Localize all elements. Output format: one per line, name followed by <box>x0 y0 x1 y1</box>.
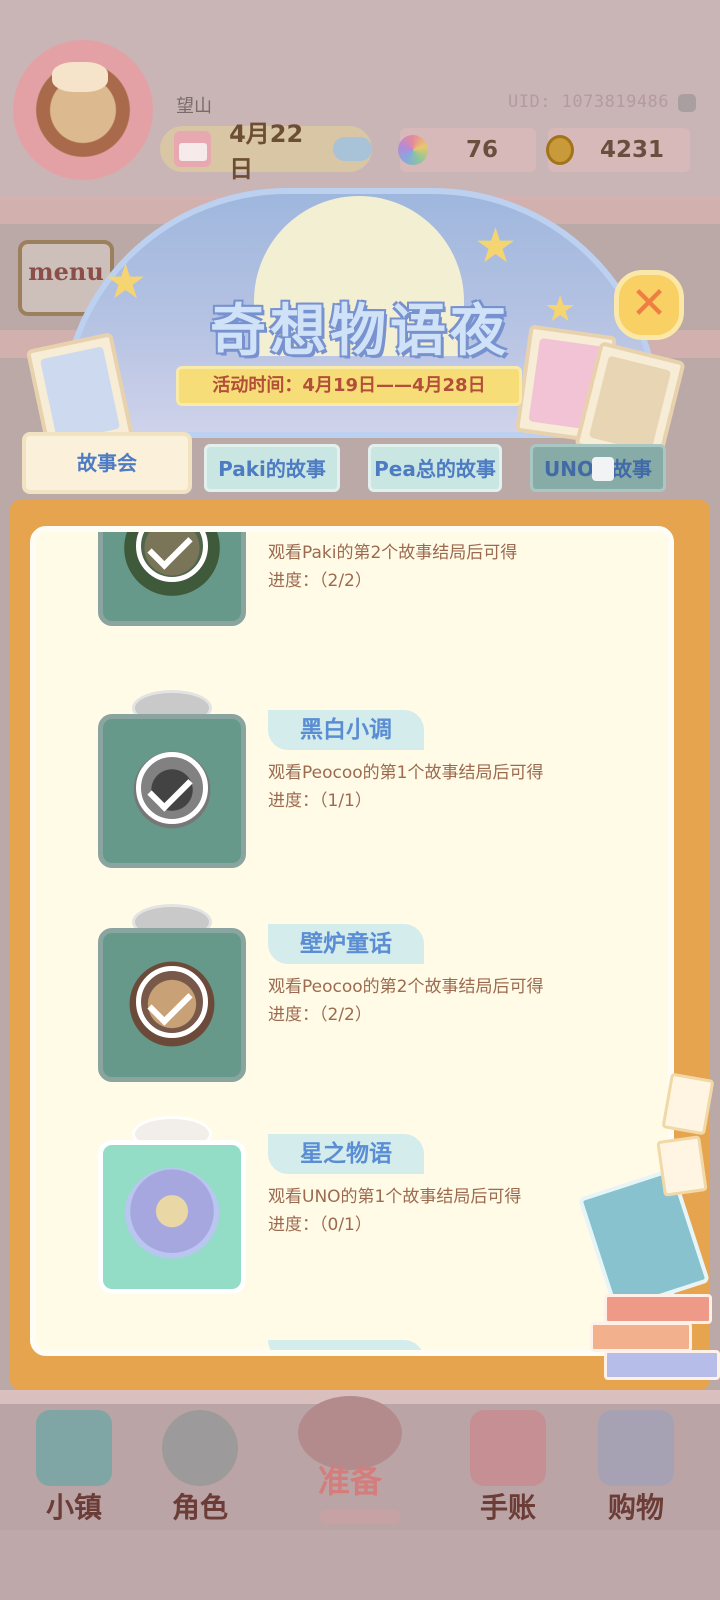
claimed-check-icon <box>136 752 208 824</box>
tab-story-meeting[interactable]: 故事会 <box>22 432 192 494</box>
reward-gift-box[interactable] <box>98 1116 246 1294</box>
reward-name: 黑白小调 <box>268 710 424 750</box>
reward-progress: 进度：（2/2） <box>268 571 372 591</box>
event-title: 奇想物语夜 <box>210 299 510 364</box>
tab-uno-story[interactable]: UNO 故事 <box>530 444 666 492</box>
reward-gift-box[interactable] <box>98 690 246 868</box>
reward-name-partial <box>268 1340 424 1350</box>
reward-condition: 观看Paki的第2个故事结局后可得 <box>268 543 518 563</box>
player-avatar[interactable] <box>8 22 158 182</box>
gem-count: 76 <box>465 137 498 163</box>
weather-cloud-icon <box>332 137 372 161</box>
bottom-navigation: 小镇 角色 准备 手账 购物 <box>0 1390 720 1600</box>
tab-pea-story[interactable]: Pea总的故事 <box>368 444 502 492</box>
coin-currency[interactable]: 4231 <box>546 128 690 172</box>
gem-currency[interactable]: 76 <box>398 128 536 172</box>
nav-shopping-label: 购物 <box>607 1491 664 1524</box>
nav-town-label: 小镇 <box>45 1491 102 1524</box>
star-icon: ★ <box>474 218 518 274</box>
date-display[interactable]: 4月22日 <box>160 120 372 183</box>
book-decoration <box>590 1322 692 1352</box>
books-decoration <box>577 1167 720 1390</box>
copy-uid-icon[interactable] <box>678 94 696 112</box>
book-decoration <box>604 1294 712 1324</box>
reward-condition: 观看Peocoo的第2个故事结局后可得 <box>268 977 544 997</box>
story-tabs: 故事会 Paki的故事 Pea总的故事 UNO 故事 <box>0 432 720 502</box>
reward-gift-box[interactable] <box>98 532 246 626</box>
reward-progress: 进度：（0/1） <box>268 1215 372 1235</box>
reward-name: 壁炉童话 <box>268 924 424 964</box>
list-item: 星之物语 观看UNO的第1个故事结局后可得 进度：（0/1） <box>36 1116 668 1344</box>
map-icon <box>36 1410 112 1486</box>
calendar-icon <box>174 131 212 167</box>
gem-icon <box>398 135 428 165</box>
reward-condition: 观看Peocoo的第1个故事结局后可得 <box>268 763 544 783</box>
tab-paki-story[interactable]: Paki的故事 <box>204 444 340 492</box>
reward-progress: 进度：（2/2） <box>268 1005 372 1025</box>
book-decoration <box>604 1350 720 1380</box>
claimed-check-icon <box>136 966 208 1038</box>
username: 望山 <box>176 96 212 117</box>
list-item: 壁炉童话 观看Peocoo的第2个故事结局后可得 进度：（2/2） <box>36 904 668 1134</box>
avatar-bow-decoration <box>52 62 108 92</box>
reward-image <box>124 1168 220 1264</box>
nav-journal[interactable]: 手账 <box>448 1402 568 1532</box>
nav-journal-label: 手账 <box>479 1491 536 1524</box>
reward-condition: 观看UNO的第1个故事结局后可得 <box>268 1187 522 1207</box>
nav-character-label: 角色 <box>171 1491 228 1524</box>
tab-uno-label-post: 故事 <box>611 457 652 481</box>
nav-town[interactable]: 小镇 <box>14 1402 134 1532</box>
tab-uno-label-pre: UNO <box>544 457 594 481</box>
card-decoration <box>656 1135 708 1197</box>
event-time-banner: 活动时间：4月19日——4月28日 <box>176 366 522 406</box>
list-item: 观看Paki的第2个故事结局后可得 进度：（2/2） <box>36 532 668 730</box>
shopping-bag-icon <box>598 1410 674 1486</box>
user-id: UID: 1073819486 <box>508 92 670 112</box>
journal-icon <box>470 1410 546 1486</box>
reward-list-panel[interactable]: 观看Paki的第2个故事结局后可得 进度：（2/2） 黑白小调 观看Peocoo… <box>30 526 674 1356</box>
current-date: 4月22日 <box>229 120 304 183</box>
list-item <box>36 1340 668 1350</box>
reward-progress: 进度：（1/1） <box>268 791 372 811</box>
character-icon <box>162 1410 238 1486</box>
home-indicator[interactable] <box>320 1510 400 1524</box>
coin-count: 4231 <box>599 137 664 163</box>
list-item: 黑白小调 观看Peocoo的第1个故事结局后可得 进度：（1/1） <box>36 690 668 920</box>
nav-shopping[interactable]: 购物 <box>576 1402 696 1532</box>
reward-name: 星之物语 <box>268 1134 424 1174</box>
coin-icon <box>546 135 574 165</box>
close-button[interactable]: ✕ <box>614 270 684 340</box>
lock-icon <box>591 456 614 481</box>
reward-gift-box[interactable] <box>98 904 246 1082</box>
top-status-bar: 望山 UID: 1073819486 4月22日 76 4231 <box>0 0 720 200</box>
nav-prepare-label: 准备 <box>317 1462 382 1500</box>
nav-character[interactable]: 角色 <box>140 1402 260 1532</box>
